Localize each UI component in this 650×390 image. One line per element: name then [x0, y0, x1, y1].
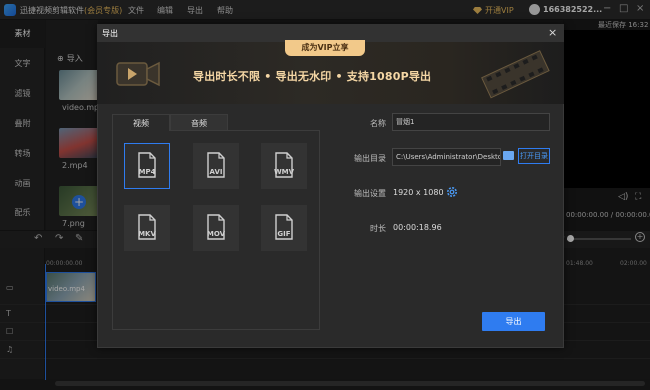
vip-badge: 成为VIP立享 — [285, 40, 365, 56]
format-label: AVI — [209, 168, 223, 176]
name-input[interactable]: 冒烟1 — [392, 113, 550, 131]
tab-audio[interactable]: 音频 — [170, 114, 228, 131]
format-label: MP4 — [138, 168, 156, 176]
gear-icon[interactable] — [446, 186, 458, 198]
export-dialog-title: 导出 — [102, 29, 118, 38]
vip-banner-text: 导出时长不限 • 导出无水印 • 支持1080P导出 — [193, 70, 432, 83]
format-avi[interactable]: AVI — [193, 143, 239, 189]
format-label: GIF — [277, 230, 291, 238]
output-settings-label: 输出设置 — [354, 189, 386, 198]
export-button[interactable]: 导出 — [482, 312, 545, 331]
format-label: MKV — [138, 230, 156, 238]
format-label: WMV — [273, 168, 295, 176]
format-gif[interactable]: GIF — [261, 205, 307, 251]
folder-icon[interactable] — [503, 151, 514, 160]
format-wmv[interactable]: WMV — [261, 143, 307, 189]
output-dir-input[interactable]: C:\Users\Administrator\Desktop\ — [392, 148, 501, 166]
format-mp4[interactable]: MP4 — [124, 143, 170, 189]
film-reel-icon — [481, 50, 550, 99]
format-mov[interactable]: MOV — [193, 205, 239, 251]
open-directory-button[interactable]: 打开目录 — [518, 148, 550, 164]
duration-value: 00:00:18.96 — [393, 223, 442, 232]
close-dialog-button[interactable]: × — [548, 26, 557, 39]
video-camera-icon — [116, 61, 160, 87]
duration-label: 时长 — [370, 224, 386, 233]
format-mkv[interactable]: MKV — [124, 205, 170, 251]
format-label: MOV — [206, 230, 226, 238]
output-dir-label: 输出目录 — [354, 154, 386, 163]
name-label: 名称 — [370, 119, 386, 128]
tab-video[interactable]: 视频 — [112, 114, 170, 131]
output-resolution: 1920 x 1080 — [393, 188, 444, 197]
